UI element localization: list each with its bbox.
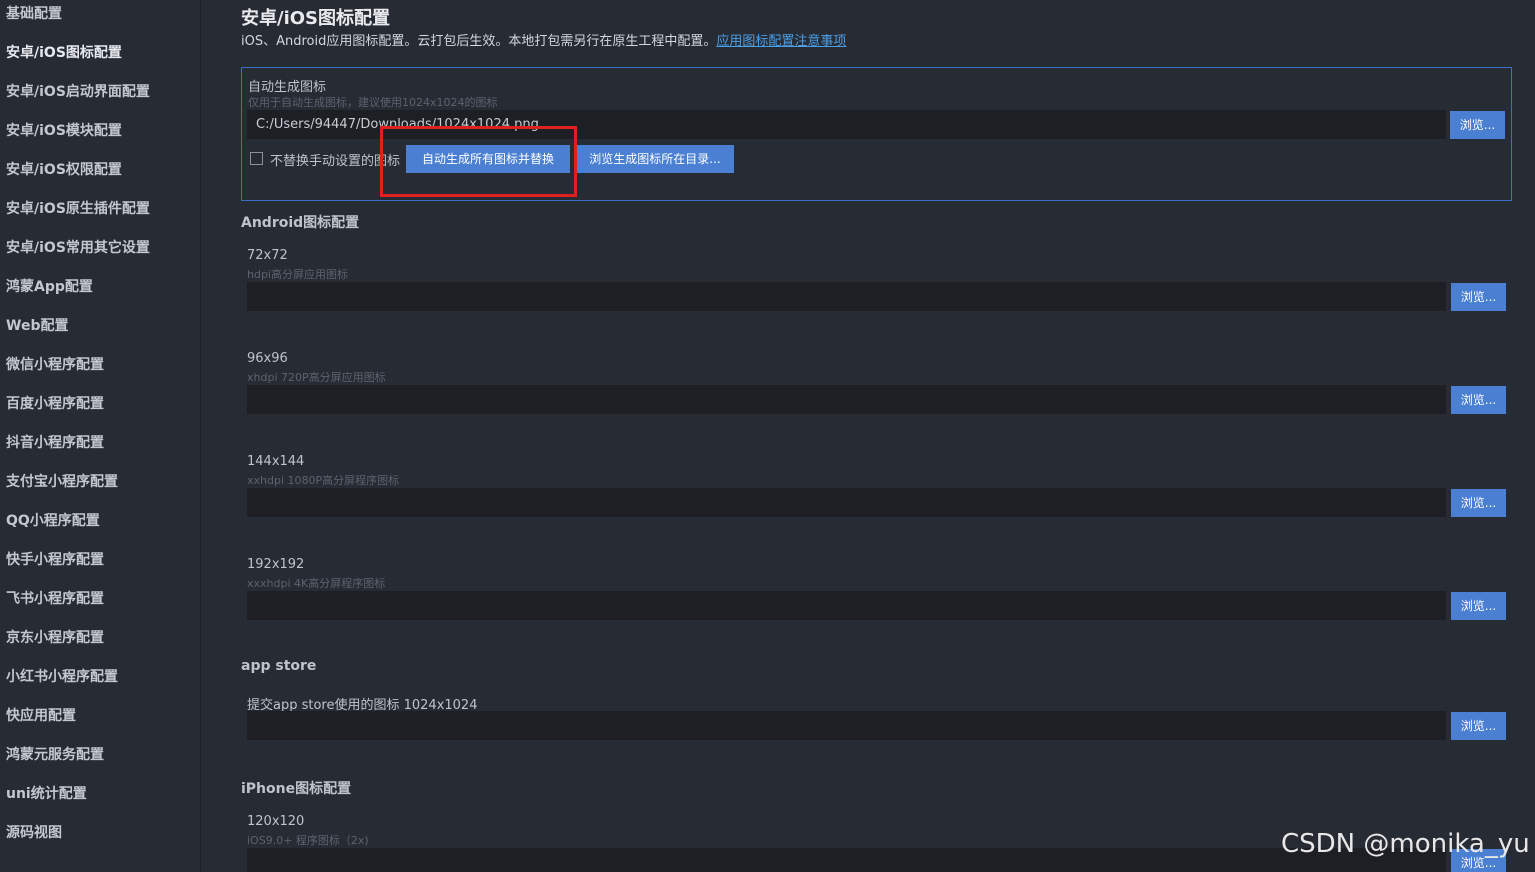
android-192-hint: xxxhdpi 4K高分屏程序图标 bbox=[247, 577, 386, 590]
appstore-browse-button[interactable]: 浏览... bbox=[1451, 712, 1506, 740]
no-replace-manual-checkbox[interactable] bbox=[250, 152, 263, 165]
android-144-label: 144x144 bbox=[247, 454, 305, 469]
sidebar-item-kuaishou[interactable]: 快手小程序配置 bbox=[6, 549, 104, 569]
sidebar-item-web[interactable]: Web配置 bbox=[6, 315, 68, 335]
android-96-input[interactable] bbox=[247, 385, 1446, 414]
auto-generate-panel: 自动生成图标 仅用于自动生成图标，建议使用1024x1024的图标 C:/Use… bbox=[241, 67, 1512, 201]
android-192-input[interactable] bbox=[247, 591, 1446, 620]
sidebar-item-weixin[interactable]: 微信小程序配置 bbox=[6, 354, 104, 374]
android-72-browse-button[interactable]: 浏览... bbox=[1451, 283, 1506, 311]
sidebar-item-source-view[interactable]: 源码视图 bbox=[6, 822, 62, 842]
iphone-section-title: iPhone图标配置 bbox=[241, 781, 352, 797]
sidebar-item-module-config[interactable]: 安卓/iOS模块配置 bbox=[6, 120, 122, 140]
sidebar-item-permission-config[interactable]: 安卓/iOS权限配置 bbox=[6, 159, 122, 179]
android-72-label: 72x72 bbox=[247, 248, 288, 263]
android-72-input[interactable] bbox=[247, 282, 1446, 311]
page-description: iOS、Android应用图标配置。云打包后生效。本地打包需另行在原生工程中配置… bbox=[241, 30, 846, 49]
iphone-120-label: 120x120 bbox=[247, 814, 305, 829]
sidebar: 基础配置 安卓/iOS图标配置 安卓/iOS启动界面配置 安卓/iOS模块配置 … bbox=[0, 0, 201, 872]
android-192-label: 192x192 bbox=[247, 557, 305, 572]
sidebar-item-jd[interactable]: 京东小程序配置 bbox=[6, 627, 104, 647]
android-96-label: 96x96 bbox=[247, 351, 288, 366]
no-replace-manual-label: 不替换手动设置的图标 bbox=[270, 154, 401, 169]
page-title: 安卓/iOS图标配置 bbox=[241, 8, 391, 29]
sidebar-item-douyin[interactable]: 抖音小程序配置 bbox=[6, 432, 104, 452]
appstore-section-title: app store bbox=[241, 658, 317, 674]
sidebar-item-quickapp[interactable]: 快应用配置 bbox=[6, 705, 76, 725]
auto-generate-hint: 仅用于自动生成图标，建议使用1024x1024的图标 bbox=[248, 96, 498, 109]
sidebar-item-harmony-service[interactable]: 鸿蒙元服务配置 bbox=[6, 744, 104, 764]
auto-generate-label: 自动生成图标 bbox=[248, 80, 327, 95]
csdn-watermark: CSDN @monika_yu bbox=[1281, 829, 1530, 859]
page-description-text: iOS、Android应用图标配置。云打包后生效。本地打包需另行在原生工程中配置… bbox=[241, 34, 717, 49]
sidebar-item-native-plugin-config[interactable]: 安卓/iOS原生插件配置 bbox=[6, 198, 150, 218]
iphone-120-input[interactable] bbox=[247, 848, 1446, 872]
sidebar-item-alipay[interactable]: 支付宝小程序配置 bbox=[6, 471, 118, 491]
main-panel: 安卓/iOS图标配置 iOS、Android应用图标配置。云打包后生效。本地打包… bbox=[202, 0, 1535, 872]
sidebar-item-baidu[interactable]: 百度小程序配置 bbox=[6, 393, 104, 413]
android-192-browse-button[interactable]: 浏览... bbox=[1451, 592, 1506, 620]
sidebar-item-qq[interactable]: QQ小程序配置 bbox=[6, 510, 100, 530]
sidebar-item-xiaohongshu[interactable]: 小红书小程序配置 bbox=[6, 666, 118, 686]
appstore-1024-input[interactable] bbox=[247, 711, 1446, 740]
sidebar-item-splash-config[interactable]: 安卓/iOS启动界面配置 bbox=[6, 81, 150, 101]
sidebar-item-icon-config[interactable]: 安卓/iOS图标配置 bbox=[6, 42, 122, 62]
sidebar-item-uni-stat[interactable]: uni统计配置 bbox=[6, 783, 87, 803]
android-section-title: Android图标配置 bbox=[241, 215, 360, 231]
android-96-hint: xhdpi 720P高分屏应用图标 bbox=[247, 371, 386, 384]
iphone-120-hint: iOS9.0+ 程序图标（2x) bbox=[247, 834, 369, 847]
sidebar-item-feishu[interactable]: 飞书小程序配置 bbox=[6, 588, 104, 608]
android-96-browse-button[interactable]: 浏览... bbox=[1451, 386, 1506, 414]
sidebar-item-other-settings[interactable]: 安卓/iOS常用其它设置 bbox=[6, 237, 150, 257]
sidebar-item-basic[interactable]: 基础配置 bbox=[6, 3, 62, 23]
generate-all-icons-button[interactable]: 自动生成所有图标并替换 bbox=[406, 145, 570, 173]
android-72-hint: hdpi高分屏应用图标 bbox=[247, 268, 348, 281]
icon-config-notes-link[interactable]: 应用图标配置注意事项 bbox=[716, 34, 846, 49]
android-144-hint: xxhdpi 1080P高分屏程序图标 bbox=[247, 474, 400, 487]
android-144-input[interactable] bbox=[247, 488, 1446, 517]
auto-generate-browse-button[interactable]: 浏览... bbox=[1450, 111, 1505, 139]
browse-generated-dir-button[interactable]: 浏览生成图标所在目录... bbox=[576, 145, 734, 173]
auto-generate-path-input[interactable]: C:/Users/94447/Downloads/1024x1024.png bbox=[247, 110, 1446, 139]
android-144-browse-button[interactable]: 浏览... bbox=[1451, 489, 1506, 517]
sidebar-item-harmony-app[interactable]: 鸿蒙App配置 bbox=[6, 276, 93, 296]
